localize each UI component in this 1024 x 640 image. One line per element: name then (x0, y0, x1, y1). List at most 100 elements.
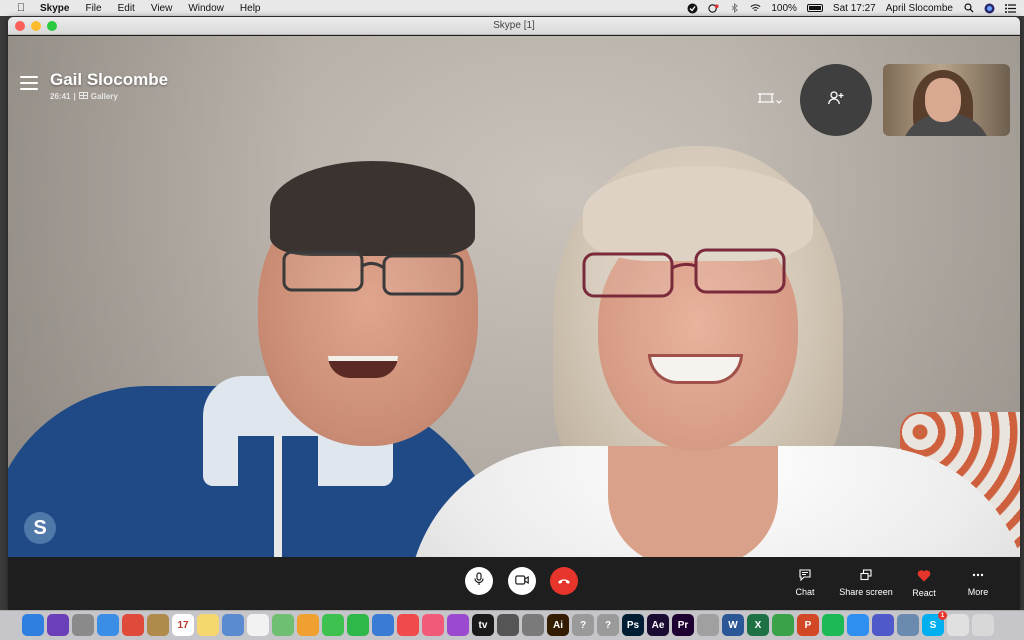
powerpoint-icon[interactable]: P (797, 614, 819, 636)
skype-icon[interactable]: S1 (922, 611, 947, 636)
window-titlebar[interactable]: Skype [1] (8, 17, 1020, 35)
apple-menu-icon[interactable]:  (14, 2, 28, 14)
user-name[interactable]: April Slocombe (886, 3, 953, 14)
app-store-icon[interactable] (847, 614, 869, 636)
skype-notification-badge: 1 (938, 611, 947, 620)
bluetooth-icon[interactable] (729, 2, 740, 14)
illustrator-icon[interactable]: Ai (547, 614, 569, 636)
skype-logo-icon: S (24, 512, 56, 544)
calendar-icon[interactable]: 17 (172, 614, 194, 636)
notebook-icon[interactable] (147, 614, 169, 636)
maps-icon[interactable] (272, 614, 294, 636)
chevron-down-icon (776, 91, 782, 109)
more-options-button[interactable]: More (962, 569, 994, 597)
call-meta-separator: | (73, 92, 76, 101)
share-screen-icon (860, 569, 872, 583)
chrome-icon[interactable] (122, 614, 144, 636)
notification-center-icon[interactable] (1005, 3, 1016, 14)
preview-icon[interactable] (222, 614, 244, 636)
after-effects-icon[interactable]: Ae (647, 614, 669, 636)
wifi-icon[interactable] (750, 3, 761, 14)
hamburger-menu-button[interactable] (20, 76, 38, 92)
layout-switch-button[interactable] (758, 92, 784, 108)
scanner-icon[interactable] (497, 614, 519, 636)
excel-icon[interactable]: X (747, 614, 769, 636)
photos-icon[interactable] (297, 614, 319, 636)
menu-help[interactable]: Help (240, 3, 261, 14)
layout-icon (758, 91, 774, 109)
end-call-button[interactable] (550, 567, 578, 595)
screen-recorder-icon[interactable] (708, 3, 719, 14)
hang-up-icon (557, 572, 571, 590)
launchpad-icon[interactable] (72, 614, 94, 636)
toggle-camera-button[interactable] (508, 567, 536, 595)
chat-label: Chat (795, 587, 815, 597)
person-woman-glasses (582, 248, 786, 298)
finder-icon[interactable] (22, 614, 44, 636)
person-man-mouth (328, 356, 398, 378)
add-person-icon (828, 90, 844, 110)
heart-icon (917, 569, 931, 584)
person-woman-mouth (648, 354, 743, 384)
minimize-window-button[interactable] (31, 21, 41, 31)
image-capture-icon[interactable] (897, 614, 919, 636)
add-participant-button[interactable] (800, 64, 872, 136)
spotify-icon[interactable] (822, 614, 844, 636)
premiere-icon[interactable]: Pr (672, 614, 694, 636)
close-window-button[interactable] (15, 21, 25, 31)
menu-file[interactable]: File (85, 3, 101, 14)
system-preferences-icon[interactable] (522, 614, 544, 636)
react-button[interactable]: React (906, 569, 942, 598)
siri-icon[interactable] (47, 614, 69, 636)
notes-icon[interactable] (197, 614, 219, 636)
numbers-icon[interactable] (772, 614, 794, 636)
status-app-icon[interactable] (687, 3, 698, 14)
photoshop-icon[interactable]: Ps (622, 614, 644, 636)
help-icon[interactable]: ? (572, 614, 594, 636)
clock[interactable]: Sat 17:27 (833, 3, 876, 14)
self-view-video[interactable] (883, 64, 1010, 136)
chat-button[interactable]: Chat (790, 569, 820, 597)
facetime-icon[interactable] (347, 614, 369, 636)
help-icon-2[interactable]: ? (597, 614, 619, 636)
word-icon[interactable]: W (722, 614, 744, 636)
music-icon[interactable] (422, 614, 444, 636)
reminders-icon[interactable] (247, 614, 269, 636)
call-control-bar: Chat Share screen React More (8, 557, 1020, 610)
self-view-face (925, 78, 961, 122)
battery-icon[interactable] (806, 4, 823, 12)
more-dots-icon (972, 569, 984, 583)
archive-icon[interactable] (697, 614, 719, 636)
podcasts-icon[interactable] (447, 614, 469, 636)
gallery-icon (78, 92, 88, 101)
share-screen-button[interactable]: Share screen (836, 569, 896, 597)
menu-edit[interactable]: Edit (118, 3, 135, 14)
desktop:  Skype File Edit View Window Help 100% … (0, 0, 1024, 640)
messages-icon[interactable] (322, 614, 344, 636)
mute-microphone-button[interactable] (465, 567, 493, 595)
react-label: React (912, 588, 936, 598)
safari-icon[interactable] (97, 614, 119, 636)
keynote-icon[interactable] (372, 614, 394, 636)
menu-app-name[interactable]: Skype (40, 3, 69, 14)
keychain-icon[interactable] (947, 614, 969, 636)
menu-view[interactable]: View (151, 3, 173, 14)
remote-video[interactable]: Gail Slocombe 26:41 | Gallery S (8, 36, 1020, 557)
menu-window[interactable]: Window (188, 3, 224, 14)
chat-icon (799, 569, 811, 583)
share-screen-label: Share screen (839, 587, 893, 597)
trash-icon[interactable] (972, 614, 994, 636)
apple-tv-icon[interactable]: tv (472, 614, 494, 636)
news-icon[interactable] (397, 614, 419, 636)
menu-bar:  Skype File Edit View Window Help 100% … (0, 0, 1024, 16)
siri-icon[interactable] (984, 3, 995, 14)
window-title: Skype [1] (493, 20, 535, 31)
zoom-window-button[interactable] (47, 21, 57, 31)
video-camera-icon (515, 572, 529, 590)
call-duration: 26:41 (50, 92, 71, 101)
teams-icon[interactable] (872, 614, 894, 636)
view-mode-label[interactable]: Gallery (91, 92, 118, 101)
spotlight-search-icon[interactable] (963, 3, 974, 14)
person-man-zipper (238, 436, 318, 557)
caller-name: Gail Slocombe (50, 70, 169, 89)
